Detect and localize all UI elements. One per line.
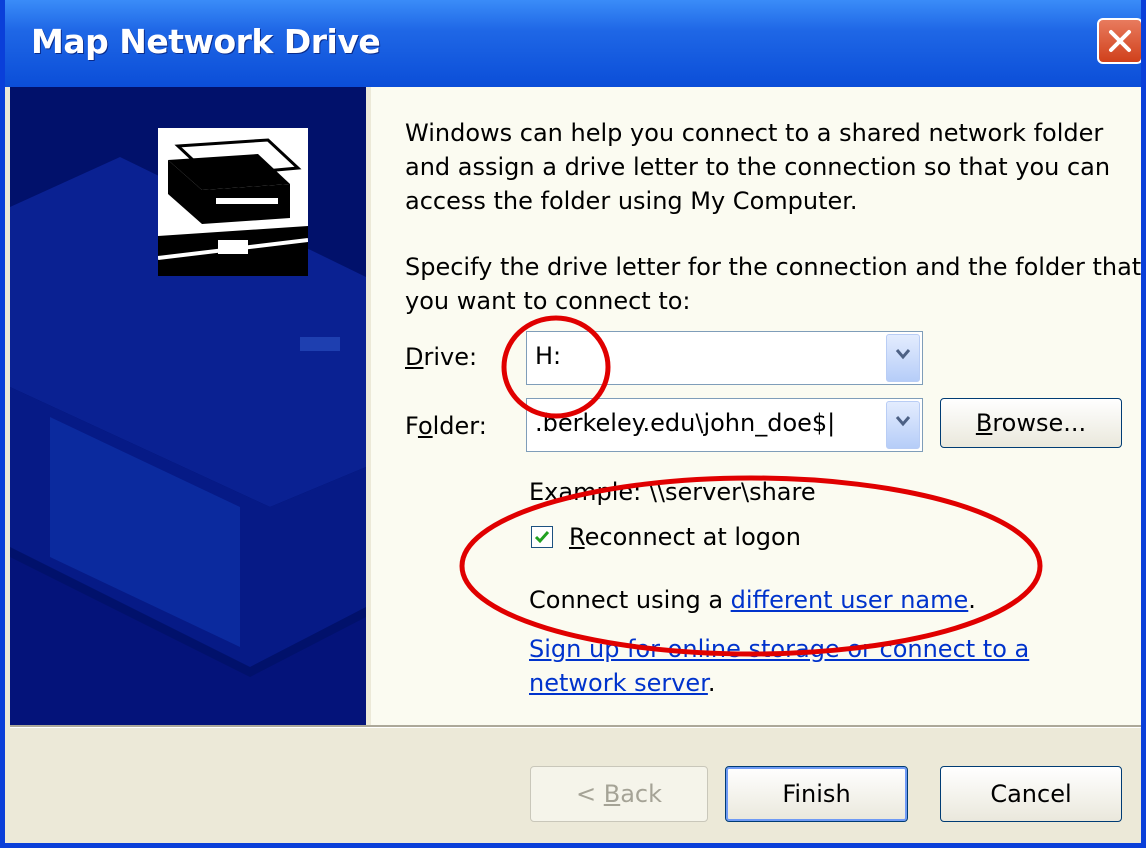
drive-label-rest: rive:	[423, 343, 478, 371]
reconnect-checkbox[interactable]	[531, 526, 553, 548]
wizard-sidebar-graphic	[10, 87, 366, 725]
folder-combo-input[interactable]: .berkeley.edu\john_doe$|	[526, 398, 923, 452]
signup-suffix: .	[707, 669, 716, 697]
chevron-down-icon	[895, 349, 911, 360]
reconnect-label-text: econnect at logon	[584, 523, 801, 551]
finish-button[interactable]: Finish	[725, 766, 908, 822]
folder-example-text: Example: \\server\share	[529, 478, 816, 506]
connect-using-text: Connect using a different user name.	[529, 583, 976, 617]
chevron-down-icon	[895, 416, 911, 427]
back-button[interactable]: < Back	[530, 766, 708, 822]
folder-label-start: F	[405, 412, 418, 440]
folder-label-accelerator: o	[417, 412, 433, 440]
back-prefix: <	[575, 780, 604, 808]
browse-button[interactable]: Browse...	[940, 398, 1122, 448]
browse-accelerator: B	[975, 409, 993, 437]
drive-select[interactable]: H:	[526, 331, 923, 385]
drive-label: Drive:	[405, 340, 477, 374]
instruction-text: Specify the drive letter for the connect…	[405, 253, 1142, 315]
folder-value: .berkeley.edu\john_doe$|	[535, 409, 836, 437]
signup-text: Sign up for online storage or connect to…	[529, 632, 1089, 700]
drive-label-accelerator: D	[405, 343, 424, 371]
reconnect-accelerator: R	[569, 523, 585, 551]
back-accelerator: B	[603, 780, 621, 808]
map-drive-icon	[157, 128, 309, 276]
footer-divider	[10, 725, 1141, 728]
browse-label: rowse...	[992, 409, 1087, 437]
back-label: ack	[620, 780, 663, 808]
drive-dropdown-button[interactable]	[886, 334, 920, 382]
signup-online-storage-link[interactable]: Sign up for online storage or connect to…	[529, 635, 1029, 697]
connect-using-prefix: Connect using a	[529, 586, 731, 614]
close-button[interactable]	[1097, 18, 1141, 64]
window-title: Map Network Drive	[31, 22, 381, 61]
folder-label-rest: lder:	[432, 412, 487, 440]
checkmark-icon	[534, 531, 550, 544]
map-network-drive-dialog: Map Network Drive Windows can help you c…	[0, 0, 1146, 848]
connect-using-suffix: .	[968, 586, 976, 614]
intro-text: Windows can help you connect to a shared…	[405, 119, 1111, 215]
folder-dropdown-button[interactable]	[886, 401, 920, 449]
different-user-name-link[interactable]: different user name	[731, 586, 969, 614]
close-icon	[1109, 30, 1131, 52]
reconnect-label[interactable]: Reconnect at logon	[569, 520, 801, 554]
cancel-button[interactable]: Cancel	[940, 766, 1122, 822]
drive-value: H:	[535, 342, 562, 370]
folder-label: Folder:	[405, 409, 487, 443]
title-bar[interactable]: Map Network Drive	[5, 0, 1141, 87]
